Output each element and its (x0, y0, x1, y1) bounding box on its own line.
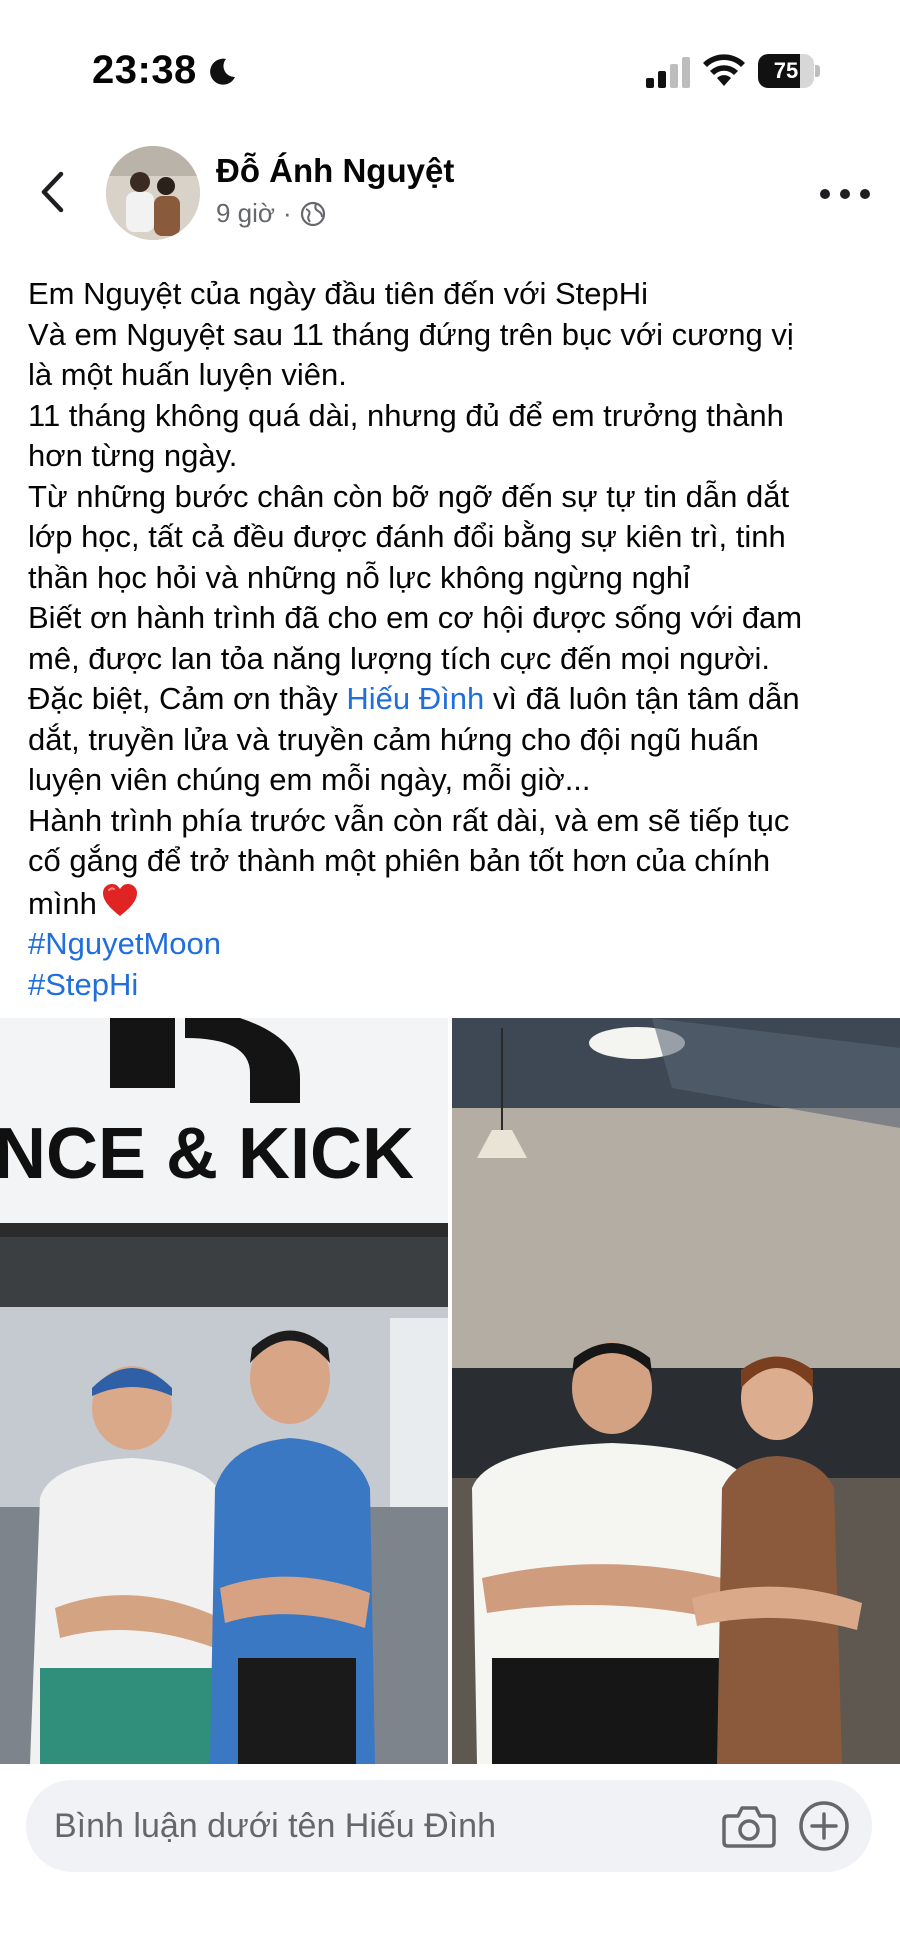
hashtag-link[interactable]: #StepHi (28, 967, 138, 1002)
camera-icon[interactable] (722, 1802, 776, 1850)
post-line: 11 tháng không quá dài, nhưng đủ để em t… (28, 397, 784, 433)
battery-indicator: 75 (758, 54, 820, 88)
post-line-last: mình (28, 882, 878, 925)
post-line: thần học hỏi và những nỗ lực không ngừng… (28, 559, 691, 595)
photo-grid: NCE & KICK (0, 1018, 900, 1764)
post-line: Em Nguyệt của ngày đầu tiên đến với Step… (28, 276, 649, 311)
author-name[interactable]: Đỗ Ánh Nguyệt (216, 152, 454, 190)
moon-icon (210, 58, 235, 85)
thanks-prefix: Đặc biệt, Cảm ơn thầy (28, 681, 347, 716)
chevron-left-icon (41, 171, 64, 213)
cellular-signal-icon (646, 57, 690, 88)
meta-separator: · (282, 198, 292, 228)
hashtag-link[interactable]: #NguyetMoon (28, 926, 221, 961)
post-photo-right[interactable] (452, 1018, 900, 1764)
post-line: mê, được lan tỏa năng lượng tích cực đến… (28, 640, 770, 676)
post-line: Biết ơn hành trình đã cho em cơ hội được… (28, 600, 803, 635)
post-line-thanks: Đặc biệt, Cảm ơn thầy Hiếu Đình vì đã lu… (28, 679, 878, 720)
sign-text: NCE & KICK (0, 1114, 414, 1194)
author-avatar[interactable] (106, 146, 200, 240)
mention-link[interactable]: Hiếu Đình (346, 681, 484, 716)
post-last-word: mình (28, 885, 97, 921)
plus-circle-icon[interactable] (798, 1800, 850, 1852)
thanks-suffix: vì đã luôn tận tâm dẫn (484, 681, 800, 716)
post-line: luyện viên chúng em mỗi ngày, mỗi giờ... (28, 762, 591, 797)
post-timestamp[interactable]: 9 giờ (216, 198, 275, 229)
post-line: hơn từng ngày. (28, 438, 238, 473)
post-line: cố gắng để trở thành một phiên bản tốt h… (28, 843, 771, 878)
post-photo-left[interactable]: NCE & KICK (0, 1018, 448, 1764)
status-time: 23:38 (92, 48, 197, 92)
post-line: Từ những bước chân còn bỡ ngỡ đến sự tự … (28, 478, 790, 514)
post-line: Hành trình phía trước vẫn còn rất dài, v… (28, 802, 790, 838)
post-line: là một huấn luyện viên. (28, 357, 347, 392)
globe-icon[interactable] (300, 201, 326, 227)
post-meta: 9 giờ · (216, 198, 326, 229)
more-horizontal-icon (820, 189, 830, 199)
red-heart-emoji-icon (102, 883, 137, 916)
post-line: Và em Nguyệt sau 11 tháng đứng trên bục … (28, 316, 794, 352)
back-button[interactable] (30, 160, 74, 224)
comment-bar: Bình luận dưới tên Hiếu Đình (0, 1768, 900, 1956)
wifi-icon (703, 54, 745, 86)
post-line: dắt, truyền lửa và truyền cảm hứng cho đ… (28, 721, 759, 757)
post-line: lớp học, tất cả đều được đánh đổi bằng s… (28, 519, 786, 554)
photo-left-image: NCE & KICK (0, 1018, 448, 1764)
post-body: Em Nguyệt của ngày đầu tiên đến với Step… (28, 274, 878, 1005)
status-bar: 23:38 75 (0, 0, 900, 140)
photo-right-image (452, 1018, 900, 1764)
comment-input[interactable]: Bình luận dưới tên Hiếu Đình (26, 1780, 872, 1872)
avatar-photo (106, 146, 200, 240)
battery-level-text: 75 (773, 58, 799, 83)
more-options-button[interactable] (820, 174, 870, 214)
comment-placeholder: Bình luận dưới tên Hiếu Đình (54, 1807, 496, 1845)
